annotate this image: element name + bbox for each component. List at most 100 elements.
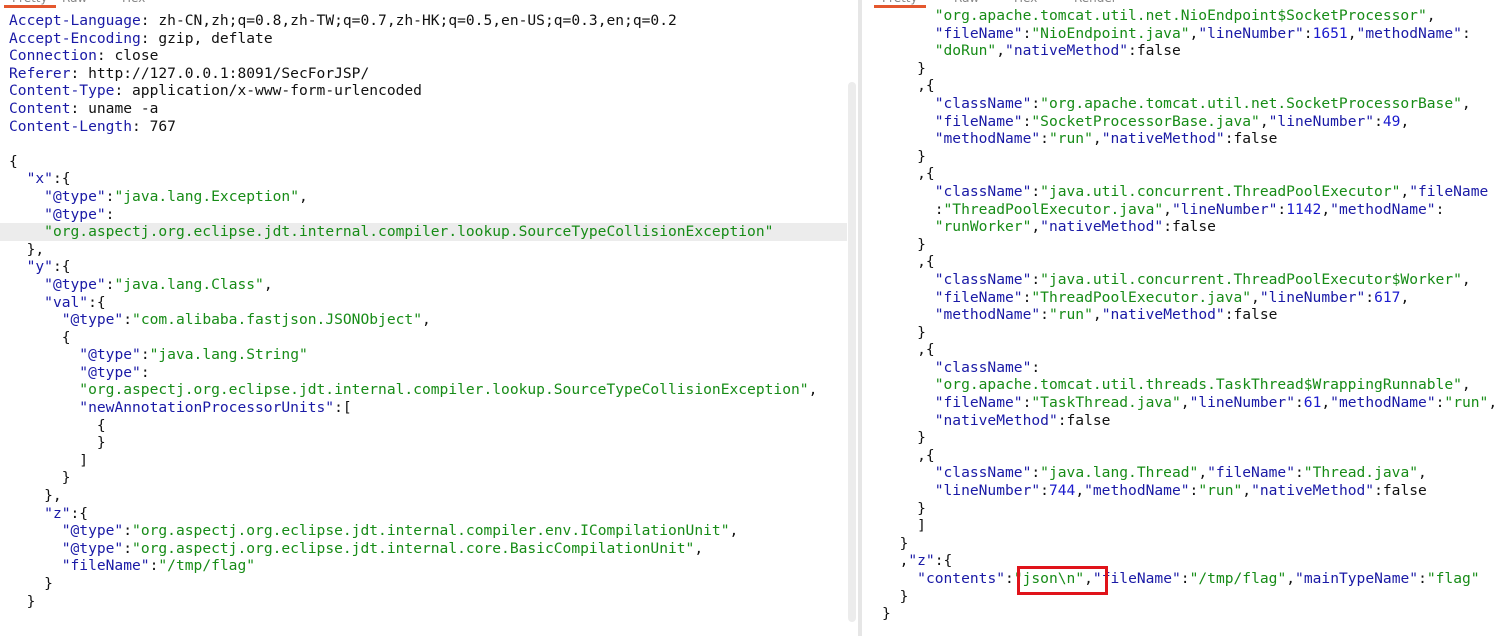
json-string: "org.apache.tomcat.util.net.NioEndpoint$… xyxy=(934,7,1427,24)
request-scrollbar[interactable] xyxy=(848,82,856,622)
json-punct: : xyxy=(105,205,115,223)
code-line: "fileName":"SocketProcessorBase.java","l… xyxy=(882,113,1497,131)
json-punct: , xyxy=(1251,288,1260,306)
code-line: }, xyxy=(9,241,847,259)
header-name: Accept-Encoding xyxy=(9,29,141,47)
code-line: "org.apache.tomcat.util.threads.TaskThre… xyxy=(882,376,1497,394)
json-key: "z" xyxy=(908,552,935,570)
json-punct: ,{ xyxy=(882,341,935,359)
json-punct: :false xyxy=(1057,411,1111,429)
json-key: "mainTypeName" xyxy=(1295,570,1419,587)
code-line: "org.aspectj.org.eclipse.jdt.internal.co… xyxy=(0,223,847,241)
json-punct: :false xyxy=(1224,130,1278,148)
json-punct xyxy=(882,7,935,24)
code-line: ,{ xyxy=(882,165,1497,183)
json-string: "Thread.java" xyxy=(1303,464,1419,482)
json-key: "fileName" xyxy=(61,557,150,575)
response-code[interactable]: "org.apache.tomcat.util.net.NioEndpoint$… xyxy=(882,7,1497,623)
json-punct xyxy=(882,95,935,112)
request-tab-raw[interactable]: Raw xyxy=(62,0,87,8)
json-key: "@type" xyxy=(61,522,124,540)
json-punct: :{ xyxy=(70,504,89,522)
json-punct: }, xyxy=(9,487,62,505)
json-punct: : xyxy=(1461,24,1471,42)
json-punct: : xyxy=(123,311,133,329)
json-string: "TaskThread.java" xyxy=(1031,394,1181,412)
json-punct xyxy=(882,306,935,323)
json-punct: : xyxy=(1418,570,1427,587)
request-tab-hex[interactable]: Hex xyxy=(122,0,145,8)
json-punct: : xyxy=(1031,464,1041,482)
json-string: "/tmp/flag" xyxy=(158,557,256,575)
json-punct: ] xyxy=(9,451,89,469)
json-punct xyxy=(882,412,935,429)
json-punct: : xyxy=(1374,112,1383,130)
json-punct: :{ xyxy=(934,552,953,570)
json-punct: } xyxy=(9,575,53,592)
json-key: "lineNumber" xyxy=(1198,24,1304,42)
json-number: 1651 xyxy=(1312,24,1348,42)
code-line: } xyxy=(9,575,847,593)
request-header-line: Accept-Encoding: gzip, deflate xyxy=(9,30,847,48)
header-name: Content-Type xyxy=(9,82,115,100)
json-string: "org.aspectj.org.eclipse.jdt.internal.co… xyxy=(132,539,695,557)
json-punct: } xyxy=(882,235,926,253)
json-punct: }, xyxy=(9,240,45,258)
code-line: "org.apache.tomcat.util.net.NioEndpoint$… xyxy=(882,7,1497,25)
json-punct xyxy=(882,394,935,411)
json-key: "lineNumber" xyxy=(1268,112,1375,130)
header-value: http://127.0.0.1:8091/SecForJSP/ xyxy=(79,64,370,82)
json-key: "methodName" xyxy=(1330,394,1436,412)
json-key: "lineNumber" xyxy=(1189,394,1295,412)
json-punct: } xyxy=(882,499,926,517)
json-key: "@type" xyxy=(44,205,106,223)
request-tab-pretty[interactable]: Pretty xyxy=(4,0,56,8)
code-line: } xyxy=(9,434,847,452)
json-punct: , xyxy=(1242,482,1252,500)
request-code[interactable]: Accept-Language: zh-CN,zh;q=0.8,zh-TW;q=… xyxy=(0,12,847,610)
json-key: "className" xyxy=(934,358,1032,376)
json-punct xyxy=(9,522,62,539)
json-punct xyxy=(882,218,935,235)
code-line: "fileName": "NioEndpoint.java", "lineNumbe… xyxy=(882,25,1497,43)
json-string: "run" xyxy=(1444,394,1489,412)
json-punct xyxy=(882,570,917,587)
json-key: "z" xyxy=(44,504,71,522)
code-line: "className":"java.lang.Thread","fileName… xyxy=(882,464,1497,482)
json-punct xyxy=(9,505,44,522)
json-punct: , xyxy=(808,381,818,399)
json-string: "run" xyxy=(1198,482,1243,500)
json-punct: } xyxy=(882,534,909,552)
json-punct: , xyxy=(298,187,308,205)
code-line: } xyxy=(882,148,1497,166)
response-viewer-pane[interactable]: Pretty Raw Hex Render "org.apache.tomcat… xyxy=(862,0,1500,636)
json-number: 49 xyxy=(1382,112,1401,130)
json-key: "@type" xyxy=(61,311,124,329)
json-key: "nativeMethod" xyxy=(1101,130,1225,148)
json-punct: :{ xyxy=(88,293,106,311)
json-string: "flag" xyxy=(1426,570,1480,587)
json-punct: : xyxy=(1295,464,1304,482)
json-string: "run" xyxy=(1048,130,1093,148)
json-key: "nativeMethod" xyxy=(934,411,1058,429)
json-key: "fileName" xyxy=(934,24,1023,42)
json-punct: } xyxy=(882,605,891,623)
code-line: "@type":"org.aspectj.org.eclipse.jdt.int… xyxy=(9,522,847,540)
json-punct: , xyxy=(1092,306,1102,324)
json-punct: :false xyxy=(1374,482,1427,500)
request-editor-pane[interactable]: Pretty Raw Hex Accept-Language: zh-CN,zh… xyxy=(0,0,858,636)
json-string: "org.aspectj.org.eclipse.jdt.internal.co… xyxy=(44,223,774,241)
json-string: "java.lang.String" xyxy=(149,346,308,364)
json-punct: : xyxy=(123,522,133,540)
code-line: "@type": xyxy=(9,364,847,382)
code-line: } xyxy=(882,60,1497,78)
header-value: gzip, deflate xyxy=(149,29,273,47)
json-punct: } xyxy=(9,469,71,487)
json-punct: , xyxy=(1163,200,1172,218)
code-line: } xyxy=(882,605,1497,623)
code-line: "@type":"org.aspectj.org.eclipse.jdt.int… xyxy=(9,540,847,558)
json-key: "className" xyxy=(934,94,1032,112)
code-line: } xyxy=(882,429,1497,447)
json-key: "methodName" xyxy=(1356,24,1462,42)
json-key: "@type" xyxy=(61,539,124,557)
